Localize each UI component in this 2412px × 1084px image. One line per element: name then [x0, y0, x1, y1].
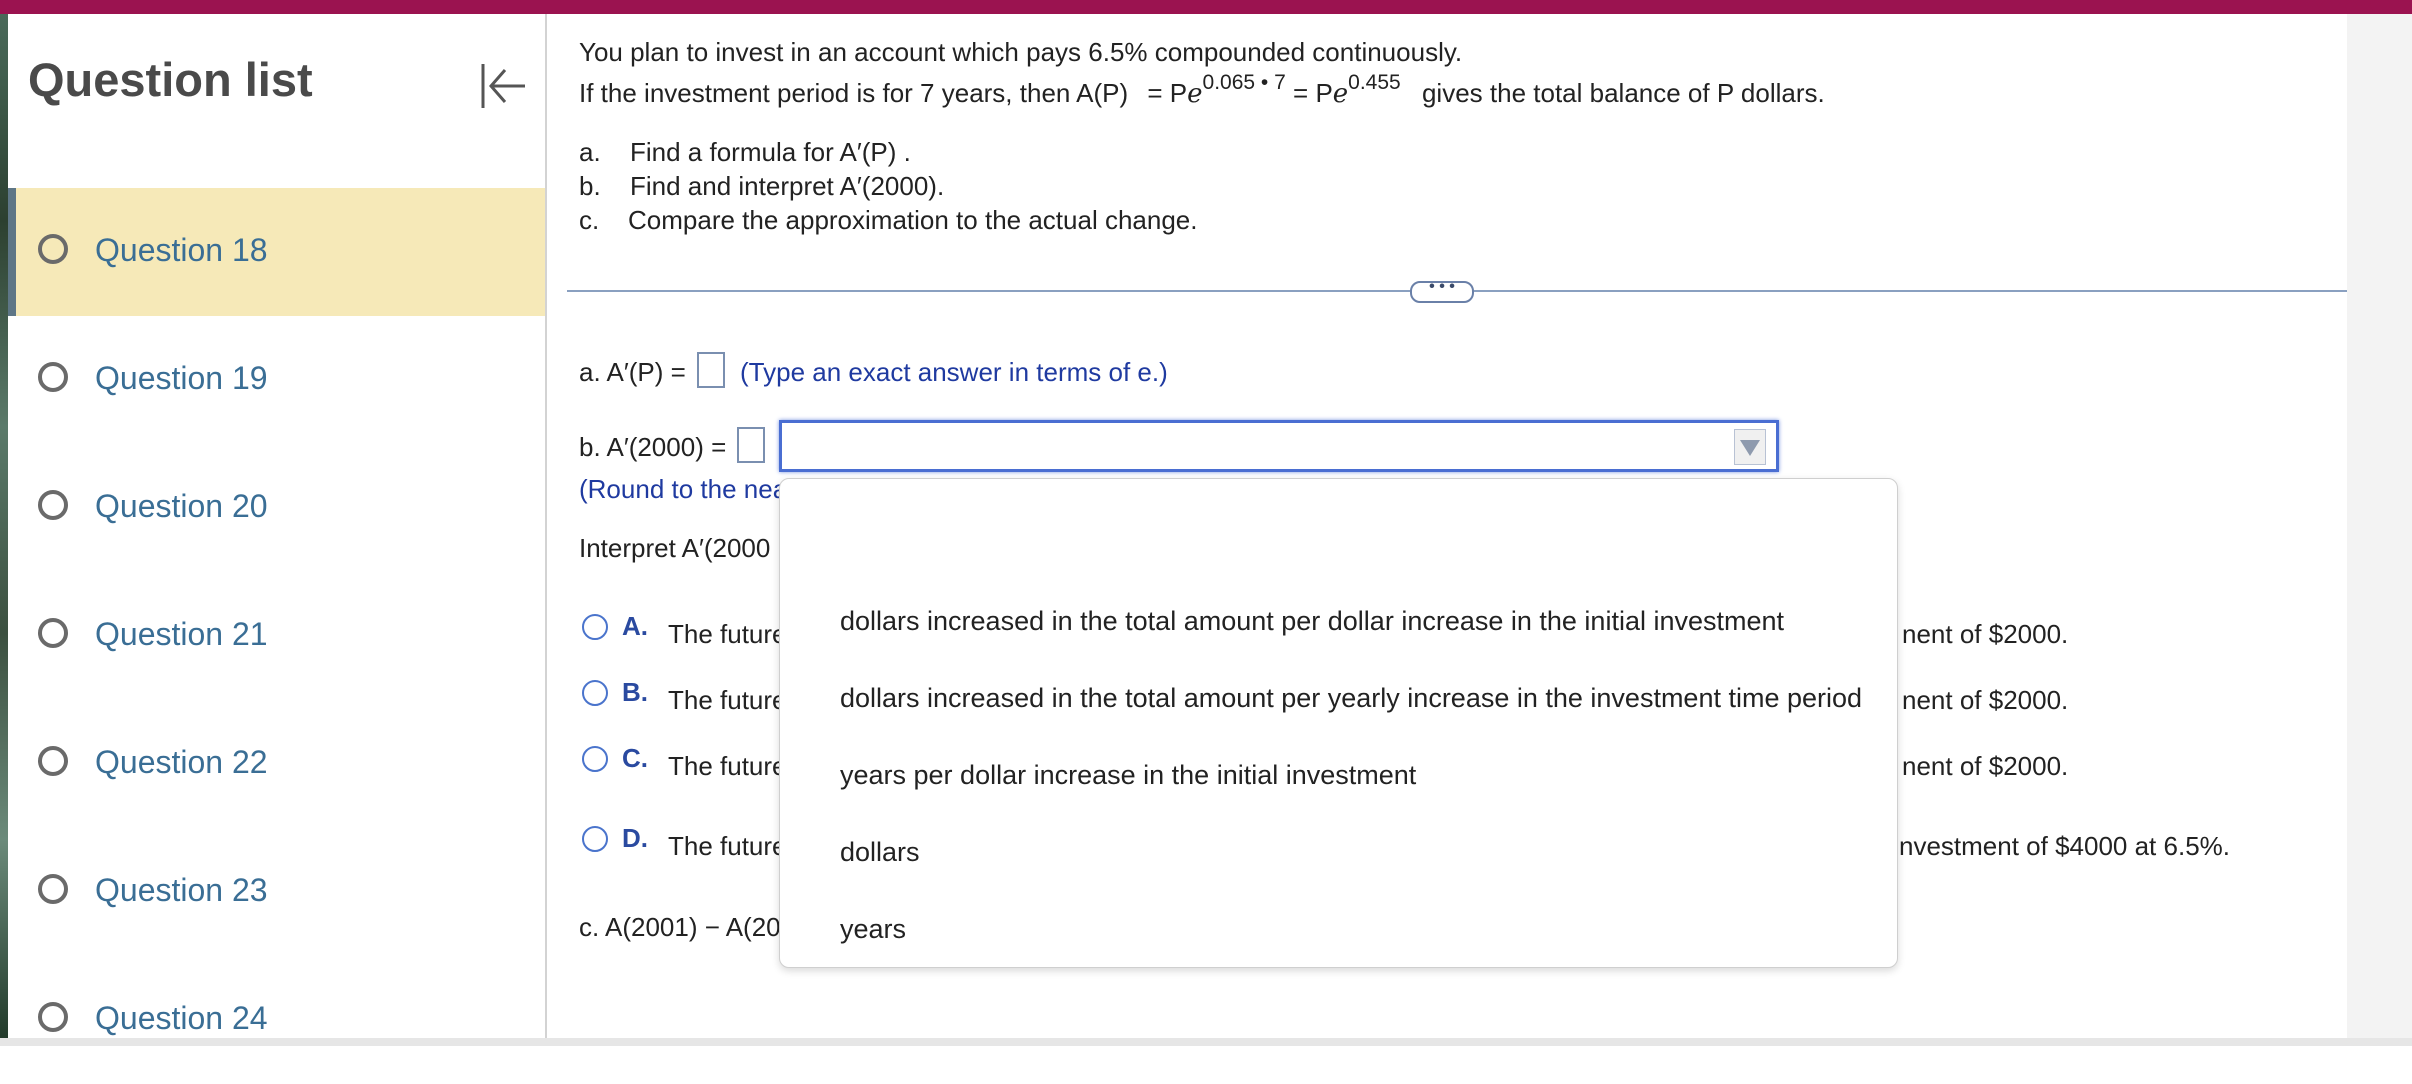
question-label: Question 20 — [95, 488, 268, 524]
line-2-suffix: gives the total balance of P dollars. — [1421, 78, 1825, 108]
option-d-text: The future — [668, 831, 787, 861]
option-d-text-end: nvestment of $4000 at 6.5%. — [1899, 831, 2230, 861]
sidebar-item-question-18[interactable]: Question 18 — [8, 188, 545, 316]
answer-a-input[interactable] — [697, 352, 725, 388]
sidebar-item-question-23[interactable]: Question 23 — [8, 828, 545, 956]
option-b-text-end: nent of $2000. — [1902, 685, 2069, 715]
part-a-text: Find a formula for A′(P) . — [630, 137, 911, 167]
answer-a-hint: (Type an exact answer in terms of e.) — [740, 357, 1168, 387]
question-label: Question 24 — [95, 1000, 268, 1036]
option-c-letter: C. — [622, 743, 648, 773]
part-b-text: Find and interpret A′(2000). — [630, 171, 945, 201]
question-label: Question 21 — [95, 616, 268, 652]
expand-more-button[interactable]: • • • — [1410, 279, 1474, 303]
dropdown-option[interactable]: dollars increased in the total amount pe… — [840, 683, 1862, 714]
option-a-letter: A. — [622, 611, 648, 641]
answer-b-input[interactable] — [737, 427, 765, 463]
dropdown-option[interactable]: dollars increased in the total amount pe… — [840, 606, 1784, 637]
bottom-margin — [0, 1038, 2412, 1046]
problem-statement-line-2: If the investment period is for 7 years,… — [579, 71, 1825, 109]
option-a-text-end: nent of $2000. — [1902, 619, 2069, 649]
question-status-circle-icon — [38, 618, 68, 648]
answer-b-unit-select[interactable] — [779, 420, 1779, 472]
sidebar-item-question-24[interactable]: Question 24 — [8, 956, 545, 1084]
part-b-letter: b. — [579, 171, 601, 201]
option-b-letter: B. — [622, 677, 648, 707]
formula-eq-2: = P — [1293, 78, 1333, 108]
sidebar-item-question-19[interactable]: Question 19 — [8, 316, 545, 444]
question-list-sidebar: Question list Question 18 Question 19 Qu… — [8, 14, 547, 1046]
background-strip — [0, 14, 8, 1046]
option-c-radio[interactable] — [582, 746, 608, 772]
dropdown-arrow-icon[interactable] — [1734, 429, 1766, 465]
dropdown-option[interactable]: years per dollar increase in the initial… — [840, 760, 1416, 791]
option-c-text-end: nent of $2000. — [1902, 751, 2069, 781]
line-2-prefix: If the investment period is for 7 years,… — [579, 78, 1129, 108]
question-status-circle-icon — [38, 234, 68, 264]
right-margin — [2347, 14, 2412, 1046]
answer-a-label: a. A′(P) = — [579, 357, 686, 387]
formula-exponent-1: 0.065 • 7 — [1202, 71, 1286, 94]
option-b-radio[interactable] — [582, 680, 608, 706]
option-d-letter: D. — [622, 823, 648, 853]
problem-statement-line-1: You plan to invest in an account which p… — [579, 37, 1463, 67]
question-label: Question 23 — [95, 872, 268, 908]
part-c-letter: c. — [579, 205, 600, 235]
option-a-radio[interactable] — [582, 614, 608, 640]
answer-b-round-hint: (Round to the nea — [579, 474, 788, 504]
sidebar-item-question-21[interactable]: Question 21 — [8, 572, 545, 700]
question-status-circle-icon — [38, 874, 68, 904]
part-a-letter: a. — [579, 137, 601, 167]
sidebar-title: Question list — [28, 53, 313, 106]
unit-dropdown-menu: dollars increased in the total amount pe… — [779, 478, 1898, 968]
option-d-radio[interactable] — [582, 826, 608, 852]
dropdown-option[interactable]: dollars — [840, 837, 920, 868]
formula-e-1: e — [1187, 79, 1203, 109]
question-status-circle-icon — [38, 746, 68, 776]
question-status-circle-icon — [38, 362, 68, 392]
question-panel: You plan to invest in an account which p… — [547, 14, 2375, 1044]
question-label: Question 22 — [95, 744, 268, 780]
question-label: Question 18 — [95, 232, 268, 268]
sidebar-item-question-22[interactable]: Question 22 — [8, 700, 545, 828]
option-b-text: The future — [668, 685, 787, 715]
option-c-text: The future — [668, 751, 787, 781]
interpret-label: Interpret A′(2000 — [579, 533, 771, 563]
answer-b-label: b. A′(2000) = — [579, 432, 727, 462]
sidebar-item-question-20[interactable]: Question 20 — [8, 444, 545, 572]
question-status-circle-icon — [38, 490, 68, 520]
question-label: Question 19 — [95, 360, 268, 396]
collapse-sidebar-icon[interactable] — [473, 56, 533, 116]
option-a-text: The future — [668, 619, 787, 649]
question-status-circle-icon — [38, 1002, 68, 1032]
formula-exponent-2: 0.455 — [1348, 71, 1401, 94]
part-c-text: Compare the approximation to the actual … — [628, 205, 1198, 235]
answer-c-label: c. A(2001) − A(20 — [579, 912, 781, 942]
formula-eq-1: = P — [1147, 78, 1188, 108]
formula-e-2: e — [1332, 79, 1349, 109]
dropdown-option[interactable]: years — [840, 914, 906, 945]
top-accent-bar — [0, 0, 2412, 14]
